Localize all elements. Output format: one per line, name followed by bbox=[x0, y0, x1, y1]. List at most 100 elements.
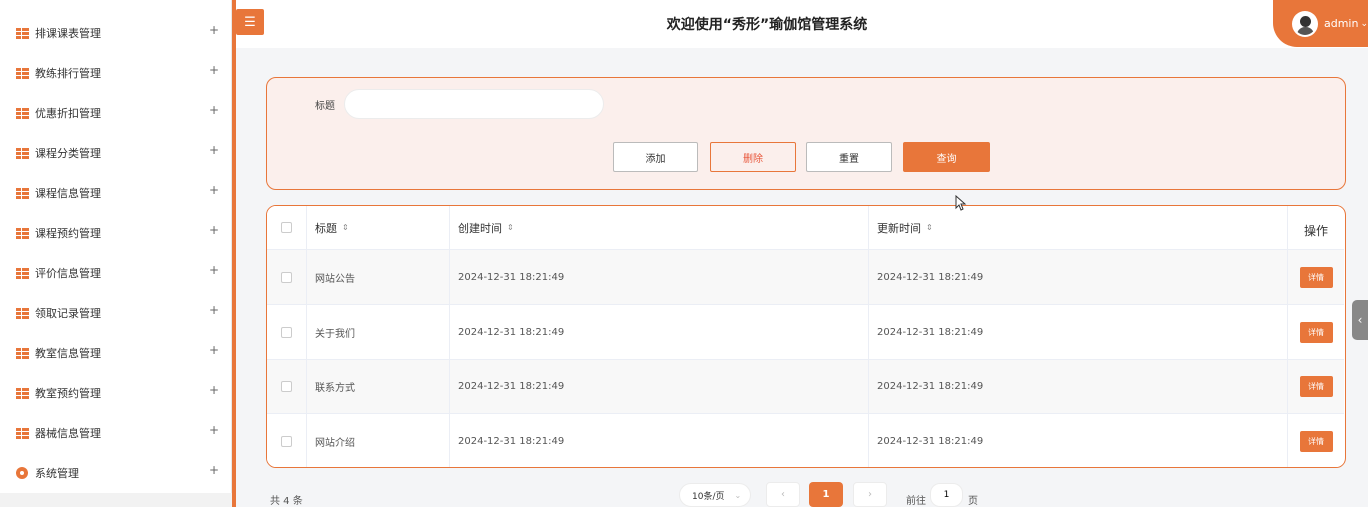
sidebar-item-label: 教室信息管理 bbox=[35, 347, 101, 360]
chevron-down-icon: ⌄ bbox=[1360, 18, 1368, 29]
page-size-select[interactable]: 10条/页 ⌄ bbox=[679, 483, 751, 507]
grid-icon bbox=[16, 387, 29, 399]
row-checkbox[interactable] bbox=[281, 326, 292, 338]
detail-button[interactable]: 详情 bbox=[1299, 431, 1333, 452]
plus-icon[interactable]: + bbox=[209, 383, 219, 397]
search-input[interactable] bbox=[344, 89, 604, 119]
sidebar-item-classroom-info[interactable]: 教室信息管理 + bbox=[0, 333, 232, 373]
sidebar: 排课课表管理 + 教练排行管理 + 优惠折扣管理 + 课程分类管理 + 课程信息… bbox=[0, 0, 232, 507]
cursor-icon bbox=[955, 195, 967, 211]
row-checkbox[interactable] bbox=[281, 381, 292, 392]
sidebar-item-label: 器械信息管理 bbox=[35, 427, 101, 440]
avatar bbox=[1292, 10, 1318, 37]
grid-icon bbox=[16, 307, 29, 319]
prev-page-button[interactable]: ‹ bbox=[766, 482, 800, 507]
plus-icon[interactable]: + bbox=[209, 143, 219, 157]
sidebar-item-label: 领取记录管理 bbox=[35, 307, 101, 320]
sidebar-item-discount[interactable]: 优惠折扣管理 + bbox=[0, 93, 232, 133]
sort-icon[interactable]: ⇕ bbox=[507, 223, 514, 232]
add-button[interactable]: 添加 bbox=[613, 142, 698, 172]
sidebar-item-equipment[interactable]: 器械信息管理 + bbox=[0, 413, 232, 453]
sidebar-item-course-info[interactable]: 课程信息管理 + bbox=[0, 173, 232, 213]
sidebar-item-system[interactable]: 系统管理 + bbox=[0, 453, 232, 493]
gear-icon bbox=[16, 467, 28, 479]
sidebar-footer bbox=[0, 493, 232, 507]
reset-button[interactable]: 重置 bbox=[806, 142, 892, 172]
row-checkbox[interactable] bbox=[281, 436, 292, 447]
column-header-op: 操作 bbox=[1303, 223, 1328, 238]
next-page-button[interactable]: › bbox=[853, 482, 887, 507]
goto-label: 前往 bbox=[906, 496, 926, 507]
sidebar-item-label: 系统管理 bbox=[35, 467, 79, 480]
cell-created: 2024-12-31 18:21:49 bbox=[450, 414, 869, 467]
grid-icon bbox=[16, 227, 29, 239]
sort-icon[interactable]: ⇕ bbox=[926, 223, 933, 232]
sidebar-item-course-category[interactable]: 课程分类管理 + bbox=[0, 133, 232, 173]
sidebar-item-schedule[interactable]: 排课课表管理 + bbox=[0, 13, 232, 53]
plus-icon[interactable]: + bbox=[209, 23, 219, 37]
plus-icon[interactable]: + bbox=[209, 463, 219, 477]
plus-icon[interactable]: + bbox=[209, 63, 219, 77]
cell-title: 网站介绍 bbox=[307, 414, 450, 467]
cell-title: 联系方式 bbox=[307, 360, 450, 413]
menu-toggle-icon[interactable]: ☰ bbox=[236, 9, 264, 35]
query-button[interactable]: 查询 bbox=[903, 142, 990, 172]
grid-icon bbox=[16, 147, 29, 159]
chevron-down-icon: ⌄ bbox=[734, 490, 742, 500]
sidebar-item-label: 课程分类管理 bbox=[35, 147, 101, 160]
sidebar-item-label: 排课课表管理 bbox=[35, 27, 101, 40]
grid-icon bbox=[16, 427, 29, 439]
column-header-created[interactable]: 创建时间 ⇕ bbox=[450, 206, 869, 249]
sidebar-item-course-booking[interactable]: 课程预约管理 + bbox=[0, 213, 232, 253]
detail-button[interactable]: 详情 bbox=[1299, 321, 1333, 343]
cell-updated: 2024-12-31 18:21:49 bbox=[869, 414, 1288, 467]
plus-icon[interactable]: + bbox=[209, 343, 219, 357]
sidebar-item-label: 评价信息管理 bbox=[35, 267, 101, 280]
column-header-title[interactable]: 标题 ⇕ bbox=[307, 206, 450, 249]
sidebar-item-label: 课程信息管理 bbox=[35, 187, 101, 200]
sidebar-item-review[interactable]: 评价信息管理 + bbox=[0, 253, 232, 293]
goto-page-input[interactable] bbox=[930, 483, 963, 507]
grid-icon bbox=[16, 187, 29, 199]
sidebar-divider bbox=[232, 0, 236, 507]
sidebar-item-classroom-booking[interactable]: 教室预约管理 + bbox=[0, 373, 232, 413]
app-root: 排课课表管理 + 教练排行管理 + 优惠折扣管理 + 课程分类管理 + 课程信息… bbox=[0, 0, 1368, 507]
plus-icon[interactable]: + bbox=[209, 103, 219, 117]
delete-button[interactable]: 删除 bbox=[710, 142, 796, 172]
grid-icon bbox=[16, 107, 29, 119]
cell-title: 网站公告 bbox=[307, 250, 450, 304]
grid-icon bbox=[16, 347, 29, 359]
grid-icon bbox=[16, 27, 29, 39]
plus-icon[interactable]: + bbox=[209, 423, 219, 437]
page-size-value: 10条/页 bbox=[692, 491, 725, 502]
sidebar-item-coach-ranking[interactable]: 教练排行管理 + bbox=[0, 53, 232, 93]
plus-icon[interactable]: + bbox=[209, 263, 219, 277]
column-header-updated[interactable]: 更新时间 ⇕ bbox=[869, 206, 1288, 249]
plus-icon[interactable]: + bbox=[209, 303, 219, 317]
plus-icon[interactable]: + bbox=[209, 223, 219, 237]
chevron-left-icon[interactable]: ‹ bbox=[1352, 300, 1368, 340]
table-row: 关于我们 2024-12-31 18:21:49 2024-12-31 18:2… bbox=[267, 305, 1344, 360]
cell-created: 2024-12-31 18:21:49 bbox=[450, 360, 869, 413]
table-row: 联系方式 2024-12-31 18:21:49 2024-12-31 18:2… bbox=[267, 360, 1344, 414]
cell-updated: 2024-12-31 18:21:49 bbox=[869, 305, 1288, 359]
plus-icon[interactable]: + bbox=[209, 183, 219, 197]
user-menu[interactable]: admin ⌄ bbox=[1273, 0, 1368, 47]
page-number-current[interactable]: 1 bbox=[809, 482, 843, 507]
grid-icon bbox=[16, 267, 29, 279]
user-name: admin bbox=[1323, 17, 1359, 30]
cell-updated: 2024-12-31 18:21:49 bbox=[869, 250, 1288, 304]
detail-button[interactable]: 详情 bbox=[1299, 376, 1333, 397]
page-title: 欢迎使用“秀形”瑜伽馆管理系统 bbox=[666, 17, 868, 33]
row-checkbox[interactable] bbox=[281, 271, 292, 283]
table-row: 网站介绍 2024-12-31 18:21:49 2024-12-31 18:2… bbox=[267, 414, 1344, 467]
select-all-checkbox[interactable] bbox=[281, 222, 292, 233]
data-table: 标题 ⇕ 创建时间 ⇕ 更新时间 ⇕ 操作 网站公告 2024-12-31 18:21… bbox=[266, 205, 1346, 468]
cell-created: 2024-12-31 18:21:49 bbox=[450, 305, 869, 359]
cell-created: 2024-12-31 18:21:49 bbox=[450, 250, 869, 304]
sort-icon[interactable]: ⇕ bbox=[342, 223, 349, 232]
detail-button[interactable]: 详情 bbox=[1299, 266, 1333, 288]
sidebar-item-claim-records[interactable]: 领取记录管理 + bbox=[0, 293, 232, 333]
table-header-row: 标题 ⇕ 创建时间 ⇕ 更新时间 ⇕ 操作 bbox=[267, 206, 1344, 250]
cell-title: 关于我们 bbox=[307, 305, 450, 359]
